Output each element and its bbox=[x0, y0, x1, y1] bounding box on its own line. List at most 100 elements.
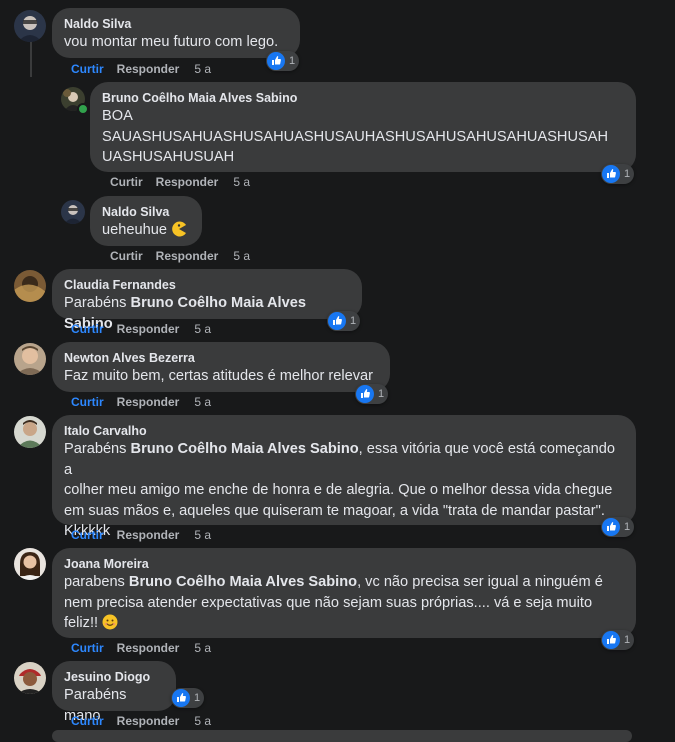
reaction-count[interactable]: 1 bbox=[601, 517, 635, 537]
comment-text: ueheuhue bbox=[102, 220, 190, 241]
timestamp[interactable]: 5 a bbox=[194, 61, 211, 77]
reply-button[interactable]: Responder bbox=[117, 640, 180, 656]
comment-text: Faz muito bem, certas atitudes é melhor … bbox=[64, 368, 374, 384]
comment-bubble: Italo Carvalho Parabéns Bruno Coêlho Mai… bbox=[52, 415, 636, 539]
comment-bubble: Bruno Coêlho Maia Alves Sabino BOA SAUAS… bbox=[90, 82, 636, 172]
avatar[interactable] bbox=[14, 10, 46, 42]
comment-actions: Curtir Responder 5 a bbox=[110, 174, 263, 190]
reaction-number: 1 bbox=[624, 521, 631, 533]
comment-text-content: ueheuhue bbox=[102, 222, 167, 238]
reaction-number: 1 bbox=[624, 634, 631, 646]
reaction-count[interactable]: 1 bbox=[355, 384, 389, 404]
comment-text-line: Parabéns Bruno Coêlho Maia Alves Sabino,… bbox=[64, 439, 624, 480]
like-button[interactable]: Curtir bbox=[110, 174, 143, 190]
smile-emoji-icon bbox=[102, 614, 118, 630]
avatar[interactable] bbox=[14, 416, 46, 448]
comment-actions: Curtir Responder 5 a bbox=[71, 713, 224, 729]
comment-actions: Curtir Responder 5 a bbox=[71, 527, 224, 543]
avatar[interactable] bbox=[14, 343, 46, 375]
timestamp[interactable]: 5 a bbox=[233, 174, 250, 190]
like-button[interactable]: Curtir bbox=[71, 321, 104, 337]
like-reaction-icon bbox=[602, 518, 620, 536]
reaction-count[interactable]: 1 bbox=[601, 164, 635, 184]
comment-bubble: Joana Moreira parabens Bruno Coêlho Maia… bbox=[52, 548, 636, 638]
comment-actions: Curtir Responder 5 a bbox=[71, 61, 224, 77]
reaction-number: 1 bbox=[289, 55, 296, 67]
reaction-count[interactable]: 1 bbox=[601, 630, 635, 650]
timestamp[interactable]: 5 a bbox=[194, 713, 211, 729]
reply-button[interactable]: Responder bbox=[156, 174, 219, 190]
comment-text-prefix: Parabéns bbox=[64, 295, 131, 311]
like-reaction-icon bbox=[172, 689, 190, 707]
comment-actions: Curtir Responder 5 a bbox=[71, 640, 224, 656]
avatar[interactable] bbox=[14, 662, 46, 694]
timestamp[interactable]: 5 a bbox=[194, 394, 211, 410]
pacman-emoji-icon bbox=[172, 221, 186, 237]
avatar[interactable] bbox=[14, 548, 46, 580]
comment-actions: Curtir Responder 5 a bbox=[71, 321, 224, 337]
timestamp[interactable]: 5 a bbox=[233, 248, 250, 264]
like-button[interactable]: Curtir bbox=[71, 527, 104, 543]
comment-actions: Curtir Responder 5 a bbox=[110, 248, 263, 264]
comment-text-line: colher meu amigo me enche de honra e de … bbox=[64, 482, 613, 498]
comment-text-line: parabens Bruno Coêlho Maia Alves Sabino,… bbox=[64, 572, 624, 593]
comment-text-content: feliz!! bbox=[64, 615, 103, 631]
like-reaction-icon bbox=[356, 385, 374, 403]
comment-author[interactable]: Jesuino Diogo bbox=[64, 669, 164, 685]
reply-button[interactable]: Responder bbox=[117, 61, 180, 77]
like-button[interactable]: Curtir bbox=[71, 640, 104, 656]
comment-author[interactable]: Claudia Fernandes bbox=[64, 277, 350, 293]
comment-author[interactable]: Italo Carvalho bbox=[64, 423, 624, 439]
reply-button[interactable]: Responder bbox=[156, 248, 219, 264]
reaction-count[interactable]: 1 bbox=[327, 311, 361, 331]
avatar[interactable] bbox=[61, 200, 85, 224]
reply-button[interactable]: Responder bbox=[117, 321, 180, 337]
comment-text-line: feliz!! bbox=[64, 613, 624, 634]
comment-author[interactable]: Naldo Silva bbox=[102, 204, 190, 220]
like-reaction-icon bbox=[602, 165, 620, 183]
comment-author[interactable]: Naldo Silva bbox=[64, 16, 288, 32]
reaction-count[interactable]: 1 bbox=[266, 51, 300, 71]
timestamp[interactable]: 5 a bbox=[194, 527, 211, 543]
timestamp[interactable]: 5 a bbox=[194, 321, 211, 337]
reaction-number: 1 bbox=[624, 168, 631, 180]
like-button[interactable]: Curtir bbox=[71, 713, 104, 729]
comment-bubble: Newton Alves Bezerra Faz muito bem, cert… bbox=[52, 342, 390, 392]
reaction-count[interactable]: 1 bbox=[171, 688, 205, 708]
comment-text-line: SAUASHUSAHUASHUSAHUASHUSAUHASHUSAHUSAHUS… bbox=[102, 128, 609, 145]
reaction-number: 1 bbox=[378, 388, 385, 400]
like-reaction-icon bbox=[602, 631, 620, 649]
reply-button[interactable]: Responder bbox=[117, 394, 180, 410]
like-reaction-icon bbox=[328, 312, 346, 330]
like-button[interactable]: Curtir bbox=[71, 61, 104, 77]
comment-text-line: em suas mãos e, aqueles que quiseram te … bbox=[64, 502, 605, 519]
comment-bubble: Naldo Silva vou montar meu futuro com le… bbox=[52, 8, 300, 58]
reaction-number: 1 bbox=[350, 315, 357, 327]
comment-bubble-partial bbox=[52, 730, 632, 742]
comment-bubble: Claudia Fernandes Parabéns Bruno Coêlho … bbox=[52, 269, 362, 332]
like-reaction-icon bbox=[267, 52, 285, 70]
like-button[interactable]: Curtir bbox=[71, 394, 104, 410]
mention-link[interactable]: Bruno Coêlho Maia Alves Sabino bbox=[129, 574, 357, 590]
comment-text-line: UASHUSAHUSUAH bbox=[102, 149, 235, 165]
reply-button[interactable]: Responder bbox=[117, 527, 180, 543]
comment-actions: Curtir Responder 5 a bbox=[71, 394, 224, 410]
comment-text-prefix: Parabéns bbox=[64, 441, 131, 457]
online-status-indicator bbox=[77, 103, 89, 115]
timestamp[interactable]: 5 a bbox=[194, 640, 211, 656]
thread-line bbox=[30, 42, 32, 77]
reaction-number: 1 bbox=[194, 692, 201, 704]
avatar[interactable] bbox=[14, 270, 46, 302]
like-button[interactable]: Curtir bbox=[110, 248, 143, 264]
comment-author[interactable]: Joana Moreira bbox=[64, 556, 624, 572]
mention-link[interactable]: Bruno Coêlho Maia Alves Sabino bbox=[131, 441, 359, 457]
comment-bubble: Jesuino Diogo Parabéns mano bbox=[52, 661, 176, 724]
comment-text-line: BOA bbox=[102, 108, 133, 124]
comment-text: vou montar meu futuro com lego. bbox=[64, 34, 279, 50]
comment-author[interactable]: Bruno Coêlho Maia Alves Sabino bbox=[102, 90, 624, 106]
comment-author[interactable]: Newton Alves Bezerra bbox=[64, 350, 378, 366]
reply-button[interactable]: Responder bbox=[117, 713, 180, 729]
comment-bubble: Naldo Silva ueheuhue bbox=[90, 196, 202, 246]
comment-text-line: nem precisa atender expectativas que não… bbox=[64, 594, 593, 611]
comment-text-prefix: parabens bbox=[64, 574, 129, 590]
